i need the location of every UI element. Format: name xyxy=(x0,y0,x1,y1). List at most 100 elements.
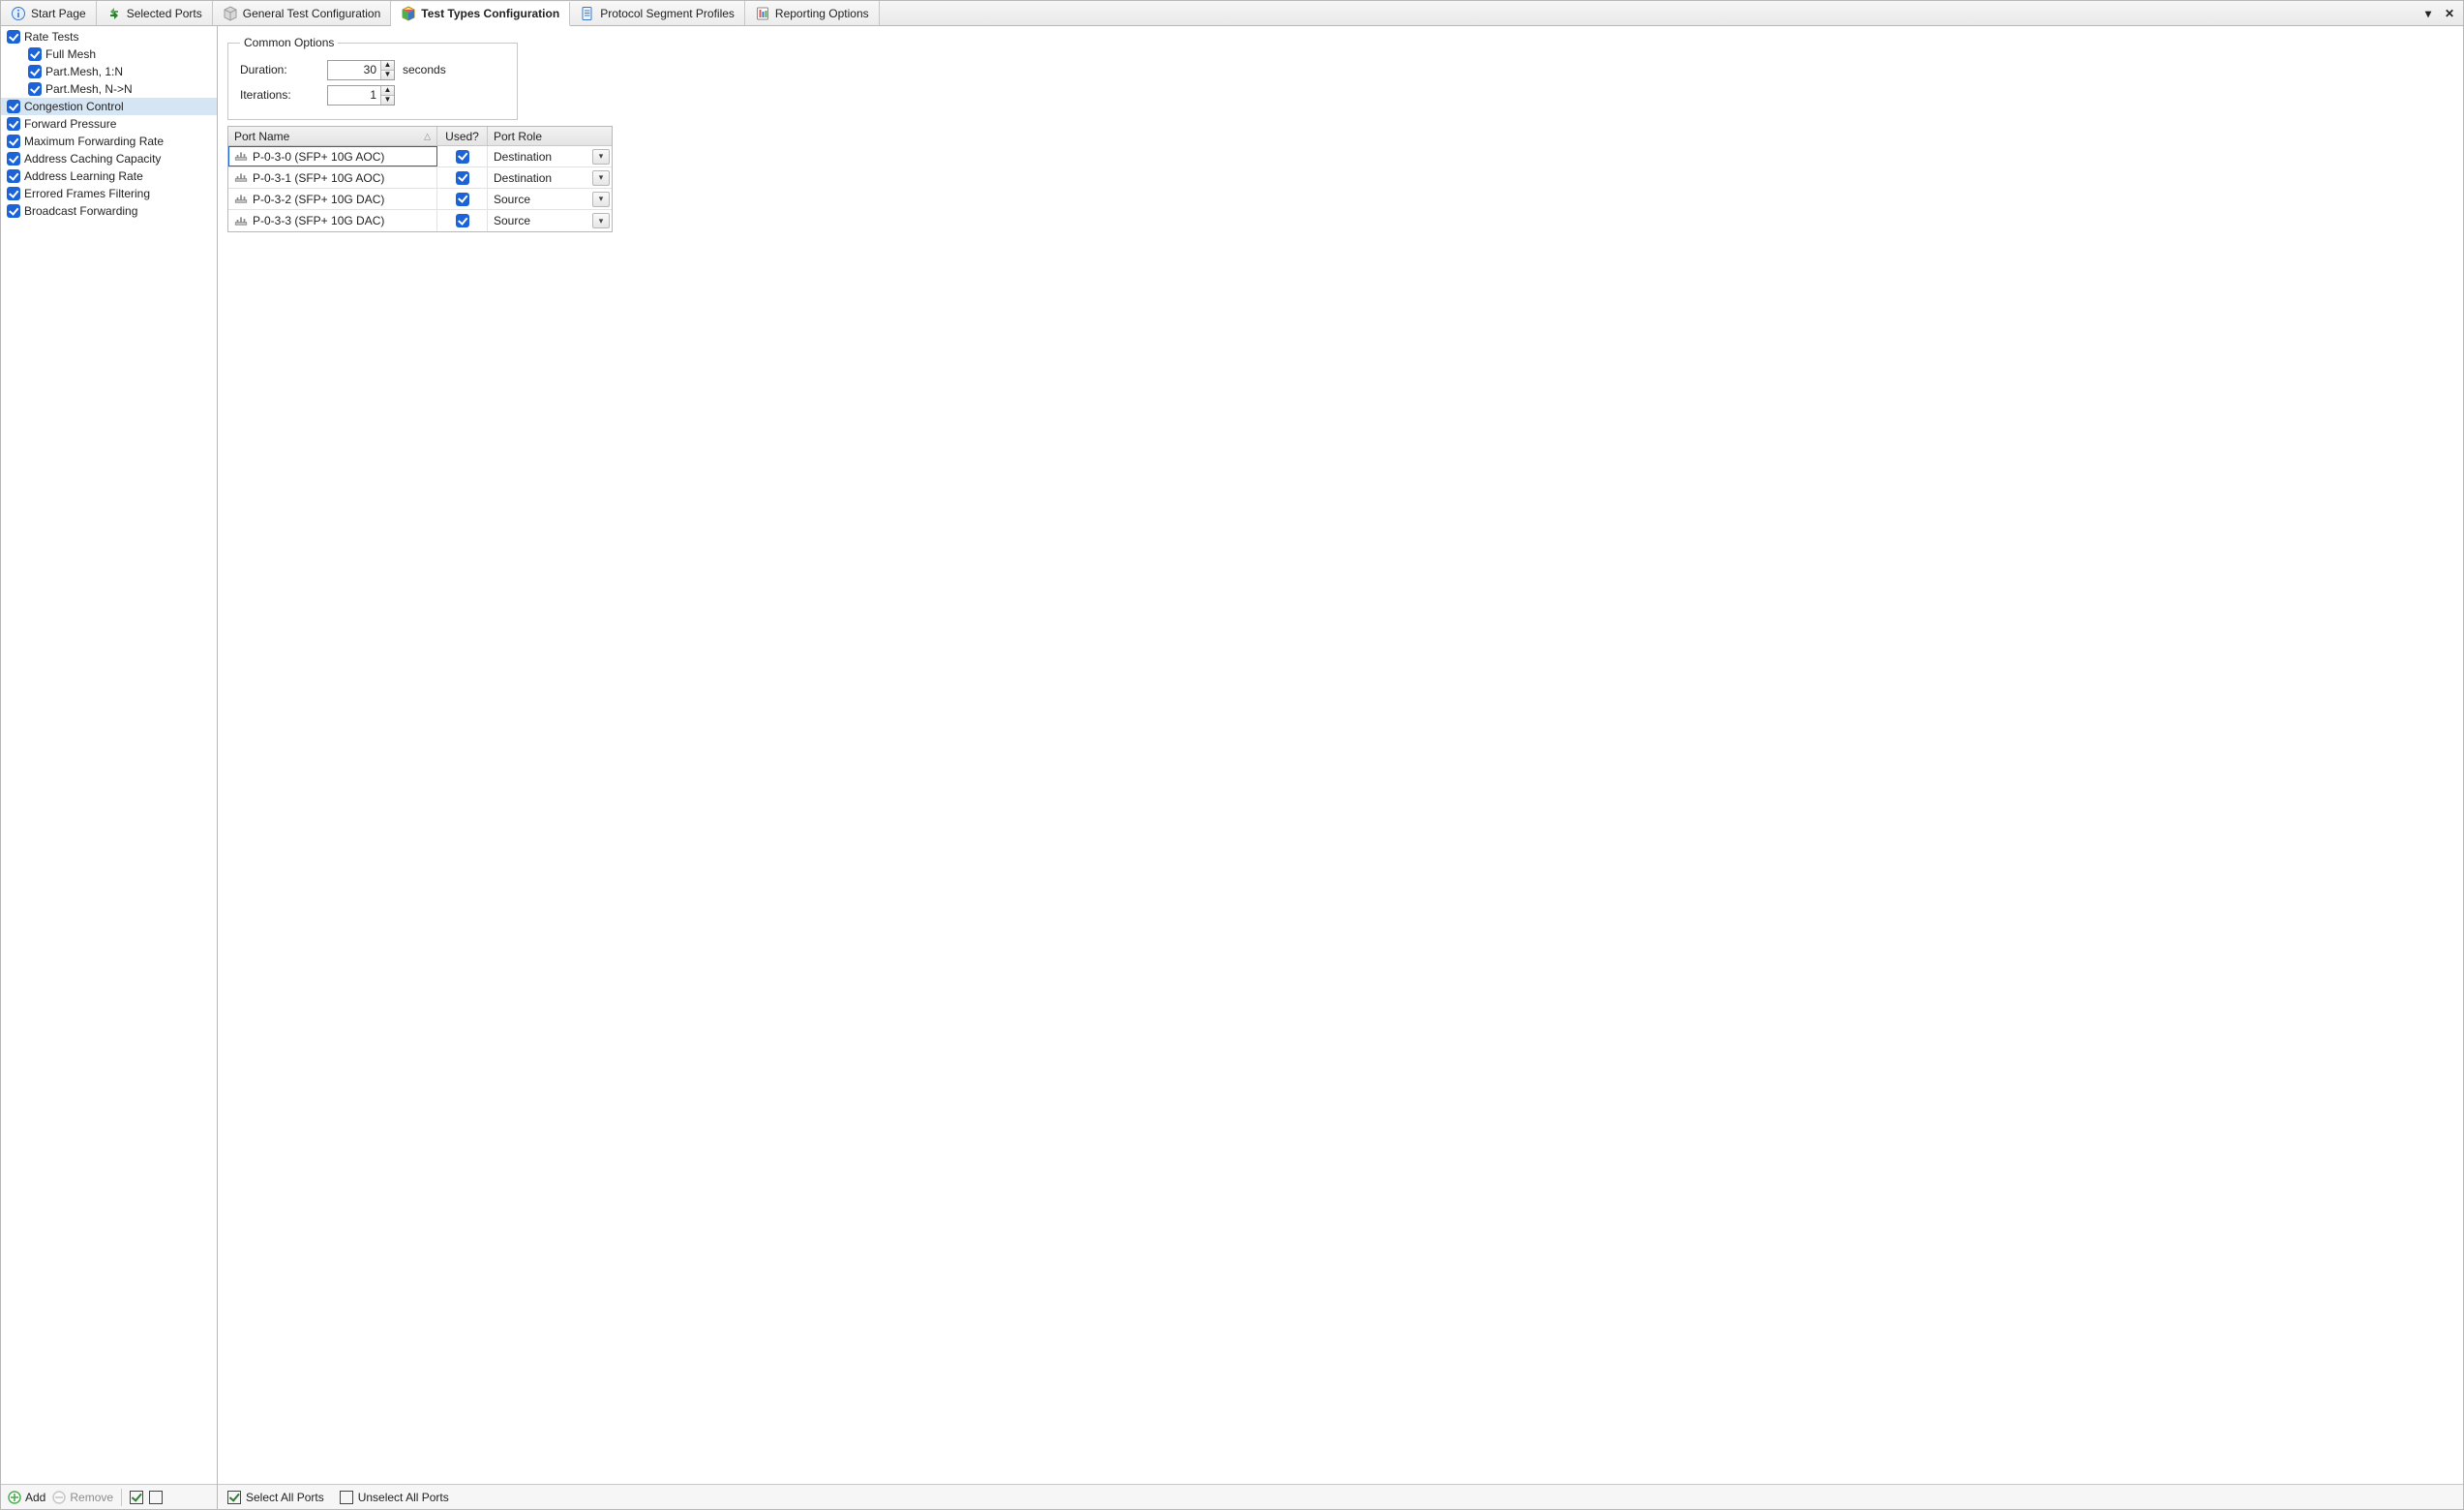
checkbox-icon[interactable] xyxy=(7,187,20,200)
col-used[interactable]: Used? xyxy=(437,127,488,145)
table-row[interactable]: P-0-3-0 (SFP+ 10G AOC) Destination ▾ xyxy=(228,146,612,167)
table-row[interactable]: P-0-3-3 (SFP+ 10G DAC) Source ▾ xyxy=(228,210,612,231)
cell-port-name[interactable]: P-0-3-3 (SFP+ 10G DAC) xyxy=(228,210,437,231)
tree-item[interactable]: Full Mesh xyxy=(1,45,217,63)
dropdown-button[interactable]: ▾ xyxy=(592,213,610,228)
checkbox-icon[interactable] xyxy=(7,169,20,183)
cell-port-name[interactable]: P-0-3-1 (SFP+ 10G AOC) xyxy=(228,167,437,188)
tree-item[interactable]: Broadcast Forwarding xyxy=(1,202,217,220)
cell-used[interactable] xyxy=(437,146,488,166)
checkbox-icon[interactable] xyxy=(456,150,469,164)
duration-unit: seconds xyxy=(403,63,446,76)
spin-up-icon[interactable]: ▲ xyxy=(381,86,394,96)
checkbox-icon[interactable] xyxy=(7,30,20,44)
unselect-all-ports-button[interactable]: Unselect All Ports xyxy=(340,1491,449,1504)
cell-port-role[interactable]: Destination ▾ xyxy=(488,146,612,166)
spin-down-icon[interactable]: ▼ xyxy=(381,96,394,105)
cell-port-name[interactable]: P-0-3-0 (SFP+ 10G AOC) xyxy=(228,146,437,166)
port-role-text: Destination xyxy=(494,150,552,164)
port-role-text: Destination xyxy=(494,171,552,185)
tree-item-label: Rate Tests xyxy=(24,30,78,44)
remove-label: Remove xyxy=(70,1491,113,1504)
port-name-text: P-0-3-1 (SFP+ 10G AOC) xyxy=(253,171,384,185)
checkbox-icon[interactable] xyxy=(28,82,42,96)
col-port-name[interactable]: Port Name △ xyxy=(228,127,437,145)
cell-port-role[interactable]: Destination ▾ xyxy=(488,167,612,188)
document-icon xyxy=(580,6,595,21)
port-role-text: Source xyxy=(494,214,530,227)
cell-port-role[interactable]: Source ▾ xyxy=(488,210,612,231)
tab-start-page[interactable]: Start Page xyxy=(1,1,97,25)
spin-up-icon[interactable]: ▲ xyxy=(381,61,394,71)
iterations-spinner[interactable]: 1 ▲ ▼ xyxy=(327,85,395,106)
checkbox-icon[interactable] xyxy=(28,65,42,78)
port-icon xyxy=(234,169,248,186)
tree-item[interactable]: Rate Tests xyxy=(1,28,217,45)
main-split: Rate TestsFull Mesh Part.Mesh, 1:N Part.Me… xyxy=(1,26,2463,1509)
tree-item[interactable]: Address Caching Capacity xyxy=(1,150,217,167)
toolbar-separator xyxy=(121,1489,122,1506)
tab-reporting-options[interactable]: Reporting Options xyxy=(745,1,880,25)
port-name-text: P-0-3-0 (SFP+ 10G AOC) xyxy=(253,150,384,164)
checkbox-icon[interactable] xyxy=(7,152,20,166)
checkbox-icon[interactable] xyxy=(7,117,20,131)
right-toolbar: Select All Ports Unselect All Ports xyxy=(218,1484,2463,1509)
table-row[interactable]: P-0-3-1 (SFP+ 10G AOC) Destination ▾ xyxy=(228,167,612,189)
check-all-button[interactable] xyxy=(130,1491,143,1504)
checkbox-icon[interactable] xyxy=(7,100,20,113)
checkbox-icon[interactable] xyxy=(7,204,20,218)
tree-item[interactable]: Forward Pressure xyxy=(1,115,217,133)
ports-icon xyxy=(106,6,122,21)
add-button[interactable]: Add xyxy=(7,1490,45,1505)
spin-down-icon[interactable]: ▼ xyxy=(381,71,394,79)
checkbox-icon[interactable] xyxy=(28,47,42,61)
tree-item[interactable]: Errored Frames Filtering xyxy=(1,185,217,202)
dropdown-button[interactable]: ▾ xyxy=(592,149,610,165)
tree-item[interactable]: Maximum Forwarding Rate xyxy=(1,133,217,150)
cell-used[interactable] xyxy=(437,210,488,231)
tab-label: Test Types Configuration xyxy=(421,7,559,20)
tab-test-types-config[interactable]: Test Types Configuration xyxy=(391,2,570,26)
tree-item-label: Forward Pressure xyxy=(24,117,116,131)
tree-item[interactable]: Congestion Control xyxy=(1,98,217,115)
col-port-role[interactable]: Port Role xyxy=(488,127,612,145)
tab-label: Start Page xyxy=(31,7,86,20)
checkbox-icon[interactable] xyxy=(456,214,469,227)
table-row[interactable]: P-0-3-2 (SFP+ 10G DAC) Source▾ xyxy=(228,189,612,210)
checkbox-icon[interactable] xyxy=(456,193,469,206)
tree-item[interactable]: Part.Mesh, 1:N xyxy=(1,63,217,80)
tree-item[interactable]: Part.Mesh, N->N xyxy=(1,80,217,98)
tab-label: Selected Ports xyxy=(127,7,202,20)
tree-item-label: Errored Frames Filtering xyxy=(24,187,150,200)
tree-item-label: Part.Mesh, 1:N xyxy=(45,65,123,78)
dropdown-button[interactable]: ▾ xyxy=(592,192,610,207)
cell-used[interactable] xyxy=(437,167,488,188)
port-icon xyxy=(234,191,248,207)
select-all-ports-button[interactable]: Select All Ports xyxy=(227,1491,324,1504)
cell-port-role[interactable]: Source▾ xyxy=(488,189,612,209)
sort-asc-icon: △ xyxy=(424,131,431,141)
tree-item-label: Address Learning Rate xyxy=(24,169,143,183)
tab-protocol-segment-profiles[interactable]: Protocol Segment Profiles xyxy=(570,1,745,25)
close-icon[interactable]: ✕ xyxy=(2442,6,2457,21)
checkbox-icon[interactable] xyxy=(7,135,20,148)
iterations-label: Iterations: xyxy=(240,88,327,102)
common-options-group: Common Options Duration: 30 ▲ ▼ seconds xyxy=(227,36,518,120)
tree-item-label: Broadcast Forwarding xyxy=(24,204,137,218)
port-icon xyxy=(234,213,248,229)
col-port-role-label: Port Role xyxy=(494,130,542,143)
cell-port-name[interactable]: P-0-3-2 (SFP+ 10G DAC) xyxy=(228,189,437,209)
uncheck-all-button[interactable] xyxy=(149,1491,163,1504)
iterations-spin-buttons: ▲ ▼ xyxy=(380,86,394,105)
remove-button[interactable]: Remove xyxy=(51,1490,113,1505)
checkbox-icon[interactable] xyxy=(456,171,469,185)
cell-used[interactable] xyxy=(437,189,488,209)
duration-spinner[interactable]: 30 ▲ ▼ xyxy=(327,60,395,80)
report-icon xyxy=(755,6,770,21)
tab-general-test-config[interactable]: General Test Configuration xyxy=(213,1,392,25)
dropdown-icon[interactable]: ▾ xyxy=(2420,6,2436,21)
tree-item[interactable]: Address Learning Rate xyxy=(1,167,217,185)
tab-selected-ports[interactable]: Selected Ports xyxy=(97,1,213,25)
dropdown-button[interactable]: ▾ xyxy=(592,170,610,186)
left-pane: Rate TestsFull Mesh Part.Mesh, 1:N Part.Me… xyxy=(1,26,218,1509)
